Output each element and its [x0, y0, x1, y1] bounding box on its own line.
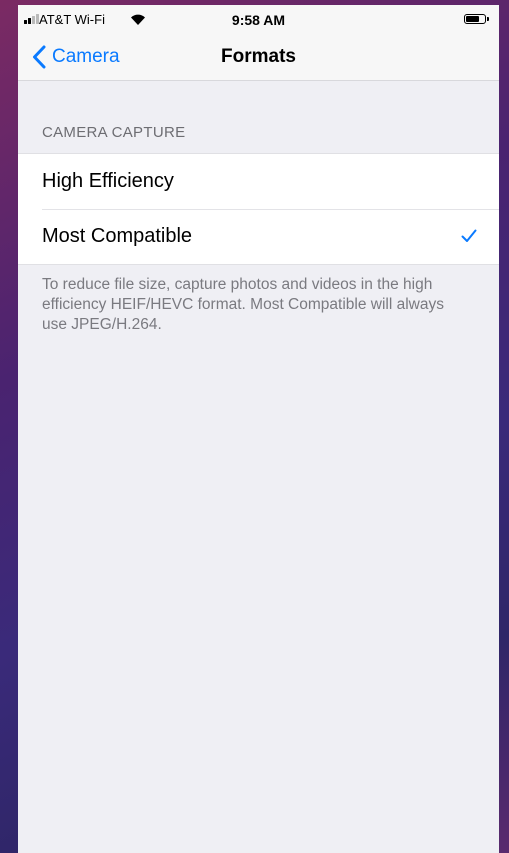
status-bar: AT&T Wi-Fi 9:58 AM	[18, 5, 499, 33]
option-high-efficiency[interactable]: High Efficiency	[18, 154, 499, 209]
checkmark-icon	[461, 229, 477, 242]
option-most-compatible[interactable]: Most Compatible	[18, 209, 499, 264]
option-label: High Efficiency	[42, 170, 174, 192]
option-label: Most Compatible	[42, 225, 193, 247]
chevron-left-icon	[33, 45, 46, 69]
back-button-label: Camera	[52, 46, 120, 67]
battery-cap	[487, 17, 489, 21]
navigation-bar: Formats Camera	[18, 33, 499, 81]
format-options-list: High Efficiency Most Compatible	[18, 153, 499, 265]
section-header: CAMERA CAPTURE	[42, 124, 186, 141]
status-time: 9:58 AM	[231, 12, 286, 28]
settings-screen: AT&T Wi-Fi 9:58 AM Formats Camera CAMERA…	[18, 5, 499, 853]
section-footer: To reduce file size, capture photos and …	[42, 276, 444, 333]
battery-icon	[464, 14, 486, 24]
back-button[interactable]: Camera	[32, 33, 120, 81]
